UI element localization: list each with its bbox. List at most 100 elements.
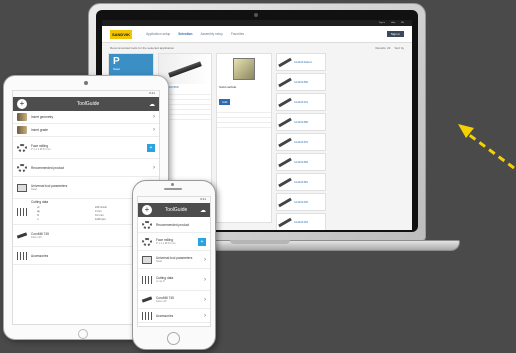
list-item-sub: P 1.1.1 Ø 63 mm <box>31 147 51 151</box>
status-time: 9:41 <box>200 197 206 201</box>
gear-icon <box>142 237 152 246</box>
insert-icon <box>17 126 27 134</box>
add-button[interactable]: + <box>147 143 155 152</box>
product-name: CoroDrill 860 <box>294 80 308 84</box>
phone-speaker <box>164 188 182 190</box>
app-header: + ToolGuide ☁ <box>138 203 210 217</box>
list-item[interactable]: Insert geometry › <box>13 111 159 124</box>
insert-icon <box>17 113 27 121</box>
grid-icon <box>142 275 152 284</box>
tool-icon <box>16 232 28 239</box>
list-item-label: Accessories <box>156 313 174 318</box>
tool-icon <box>141 296 153 303</box>
topbar-link[interactable]: Sign in <box>379 22 385 24</box>
param-label: n <box>37 217 39 221</box>
machine-icon <box>17 183 27 192</box>
laptop-camera <box>254 13 258 17</box>
list-item-sub: Face mill <box>156 299 167 303</box>
param-row <box>217 123 271 128</box>
gear-icon <box>142 220 152 229</box>
sort-dropdown[interactable]: Sort by <box>394 46 404 50</box>
status-time: 9:41 <box>149 91 155 95</box>
list-item[interactable]: CoroMill 745Face mill › <box>138 291 210 309</box>
chevron-right-icon: › <box>153 127 155 133</box>
grid-icon <box>142 311 152 320</box>
phone-home-button[interactable] <box>167 332 180 345</box>
machine-icon <box>142 255 152 264</box>
list-item-label: Recommended product <box>156 222 190 227</box>
tablet-camera <box>84 81 88 85</box>
product-name: CoroDrill 881 <box>294 180 308 184</box>
add-button[interactable]: + <box>198 237 206 246</box>
product-card[interactable]: CoroDrill 460 <box>276 193 326 211</box>
results-toolbar: Recommended tools for the selected appli… <box>102 43 412 53</box>
tab-application-setup[interactable]: Application setup <box>146 32 170 36</box>
cloud-icon[interactable]: ☁ <box>149 101 155 108</box>
list-item[interactable]: Recommended product › <box>13 159 159 177</box>
phone-camera <box>171 183 174 186</box>
holder-image <box>233 58 255 80</box>
tab-selection[interactable]: Selection <box>178 32 192 36</box>
list-item-sub: Steel <box>156 259 162 263</box>
chevron-right-icon: › <box>204 312 206 319</box>
product-card[interactable]: CoroDrill Delta-C <box>276 53 326 71</box>
list-item-sub: P 1.1.1 Ø 63 mm <box>156 241 176 245</box>
add-button[interactable]: Add <box>219 99 231 105</box>
app-title: ToolGuide <box>164 207 188 213</box>
grid-icon <box>17 207 27 216</box>
brand-logo[interactable]: SANDVIK <box>110 29 132 39</box>
plus-icon[interactable]: + <box>142 205 152 215</box>
list-item[interactable]: Face milling P 1.1.1 Ø 63 mm + <box>138 233 210 251</box>
tab-assembly-setup[interactable]: Assembly setup <box>200 32 223 36</box>
list-item-label: Recommended product <box>31 165 65 170</box>
list-item-label: Insert geometry <box>31 115 54 119</box>
chevron-right-icon: › <box>204 256 206 263</box>
topbar-link[interactable]: Help <box>391 22 395 24</box>
list-item[interactable]: Face milling P 1.1.1 Ø 63 mm + <box>13 137 159 159</box>
gear-icon <box>17 143 27 152</box>
product-name: CoroDrill 452 <box>294 220 308 224</box>
product-card[interactable]: CoroDrill 880 <box>276 113 326 131</box>
laptop-notch <box>230 240 290 244</box>
list-item-label: Insert grade <box>31 128 49 132</box>
product-name: CoroDrill 460 <box>294 200 308 204</box>
chevron-right-icon: › <box>153 114 155 120</box>
sign-in-button[interactable]: Sign in <box>386 31 404 37</box>
product-card[interactable]: CoroDrill 862 <box>276 153 326 171</box>
holder-column: Solid carbide Add <box>216 53 272 223</box>
cloud-icon[interactable]: ☁ <box>200 207 206 214</box>
product-name: CoroDrill 880 <box>294 120 308 124</box>
app-title: ToolGuide <box>76 101 100 107</box>
app-header: + ToolGuide ☁ <box>13 97 159 111</box>
product-name: CoroDrill Delta-C <box>294 60 313 64</box>
plus-icon[interactable]: + <box>17 99 27 109</box>
product-card[interactable]: CoroDrill 860 <box>276 73 326 91</box>
list-item[interactable]: Cutting data vc ap fz › <box>138 269 210 291</box>
chevron-right-icon: › <box>153 164 155 171</box>
holder-title: Solid carbide <box>219 85 237 89</box>
list-item[interactable]: Insert grade › <box>13 124 159 137</box>
product-name: CoroDrill 862 <box>294 160 308 164</box>
breadcrumb: Recommended tools for the selected appli… <box>110 46 175 50</box>
results-count: Results: 24 <box>375 46 391 50</box>
tab-favorites[interactable]: Favorites <box>231 32 244 36</box>
list-item-sub: vc ap fz <box>156 279 165 283</box>
tablet-home-button[interactable] <box>78 329 88 339</box>
chevron-right-icon: › <box>204 296 206 303</box>
product-card[interactable]: CoroDrill 881 <box>276 173 326 191</box>
list-item[interactable]: Recommended product <box>138 217 210 233</box>
product-card[interactable]: CoroDrill 461 <box>276 93 326 111</box>
list-item[interactable]: Accessories › <box>138 309 210 323</box>
gear-icon <box>17 163 27 172</box>
chevron-right-icon: › <box>204 276 206 283</box>
material-code: P <box>113 56 120 67</box>
product-card[interactable]: CoroDrill 870 <box>276 133 326 151</box>
topbar-link[interactable]: EN <box>401 22 404 24</box>
material-name: Steel <box>113 67 120 71</box>
product-list: CoroDrill Delta-C CoroDrill 860 CoroDril… <box>276 53 326 230</box>
list-item[interactable]: Universal tool parametersSteel › <box>138 251 210 269</box>
arrow-icon <box>458 124 515 170</box>
product-name: CoroDrill 870 <box>294 140 308 144</box>
product-card[interactable]: CoroDrill 452 <box>276 213 326 230</box>
phone-screen: 9:41 + ToolGuide ☁ Recommended product F… <box>137 196 211 327</box>
